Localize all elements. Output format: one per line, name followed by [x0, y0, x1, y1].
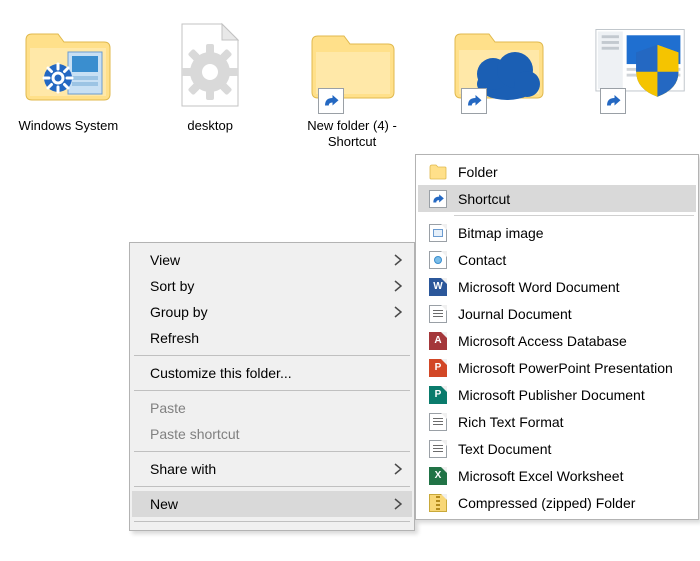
- menu-new[interactable]: New: [132, 491, 412, 517]
- chevron-right-icon: [394, 498, 402, 510]
- desktop-item-desktop[interactable]: desktop: [157, 18, 264, 151]
- desktop-item-optional-features[interactable]: [583, 18, 700, 151]
- submenu-zip[interactable]: Compressed (zipped) Folder: [418, 489, 696, 516]
- folder-icon: [428, 162, 448, 182]
- publisher-icon: P: [428, 385, 448, 405]
- desktop-item-label: New folder (4) - Shortcut: [290, 118, 415, 151]
- submenu-item-label: Microsoft Excel Worksheet: [458, 468, 623, 484]
- submenu-item-label: Shortcut: [458, 191, 510, 207]
- menu-separator: [134, 451, 410, 452]
- menu-item-label: View: [150, 252, 180, 268]
- context-menu: View Sort by Group by Refresh Customize …: [129, 242, 415, 531]
- submenu-item-label: Text Document: [458, 441, 551, 457]
- submenu-access[interactable]: A Microsoft Access Database: [418, 327, 696, 354]
- rtf-icon: [428, 412, 448, 432]
- menu-item-label: Share with: [150, 461, 216, 477]
- folder-cloud-icon: [451, 18, 547, 114]
- shortcut-arrow-icon: [461, 88, 487, 114]
- submenu-excel[interactable]: X Microsoft Excel Worksheet: [418, 462, 696, 489]
- menu-separator: [134, 390, 410, 391]
- bitmap-icon: [428, 223, 448, 243]
- word-icon: W: [428, 277, 448, 297]
- zip-icon: [428, 493, 448, 513]
- chevron-right-icon: [394, 463, 402, 475]
- submenu-folder[interactable]: Folder: [418, 158, 696, 185]
- menu-separator: [134, 486, 410, 487]
- menu-item-label: Customize this folder...: [150, 365, 292, 381]
- excel-icon: X: [428, 466, 448, 486]
- submenu-item-label: Microsoft PowerPoint Presentation: [458, 360, 673, 376]
- menu-refresh[interactable]: Refresh: [132, 325, 412, 351]
- menu-item-label: Group by: [150, 304, 208, 320]
- powerpoint-icon: P: [428, 358, 448, 378]
- menu-item-label: Paste shortcut: [150, 426, 240, 442]
- submenu-item-label: Folder: [458, 164, 498, 180]
- menu-sort-by[interactable]: Sort by: [132, 273, 412, 299]
- menu-item-label: Paste: [150, 400, 186, 416]
- submenu-item-label: Microsoft Word Document: [458, 279, 620, 295]
- menu-customize-folder[interactable]: Customize this folder...: [132, 360, 412, 386]
- submenu-item-label: Microsoft Publisher Document: [458, 387, 645, 403]
- menu-paste: Paste: [132, 395, 412, 421]
- new-submenu: Folder Shortcut Bitmap image Contact W M…: [415, 154, 699, 520]
- folder-icon: [304, 18, 400, 114]
- shield-window-icon: [594, 18, 690, 114]
- submenu-shortcut[interactable]: Shortcut: [418, 185, 696, 212]
- contact-icon: [428, 250, 448, 270]
- folder-icon: [20, 18, 116, 114]
- desktop-item-new-folder-shortcut[interactable]: New folder (4) - Shortcut: [290, 18, 415, 151]
- chevron-right-icon: [394, 306, 402, 318]
- submenu-txt[interactable]: Text Document: [418, 435, 696, 462]
- menu-share-with[interactable]: Share with: [132, 456, 412, 482]
- submenu-item-label: Compressed (zipped) Folder: [458, 495, 635, 511]
- submenu-item-label: Rich Text Format: [458, 414, 564, 430]
- submenu-rtf[interactable]: Rich Text Format: [418, 408, 696, 435]
- settings-file-icon: [162, 18, 258, 114]
- menu-paste-shortcut: Paste shortcut: [132, 421, 412, 447]
- submenu-bitmap[interactable]: Bitmap image: [418, 219, 696, 246]
- menu-view[interactable]: View: [132, 247, 412, 273]
- submenu-publisher[interactable]: P Microsoft Publisher Document: [418, 381, 696, 408]
- shortcut-arrow-icon: [600, 88, 626, 114]
- access-icon: A: [428, 331, 448, 351]
- text-icon: [428, 439, 448, 459]
- menu-group-by[interactable]: Group by: [132, 299, 412, 325]
- menu-separator: [134, 521, 410, 522]
- submenu-word[interactable]: W Microsoft Word Document: [418, 273, 696, 300]
- submenu-item-label: Journal Document: [458, 306, 572, 322]
- submenu-journal[interactable]: Journal Document: [418, 300, 696, 327]
- submenu-powerpoint[interactable]: P Microsoft PowerPoint Presentation: [418, 354, 696, 381]
- menu-separator: [134, 355, 410, 356]
- desktop-item-onedrive[interactable]: [440, 18, 557, 151]
- desktop-item-label: Windows System: [6, 118, 131, 134]
- desktop-area: Windows System: [0, 18, 700, 151]
- submenu-separator: [454, 215, 694, 216]
- menu-item-label: Refresh: [150, 330, 199, 346]
- submenu-item-label: Bitmap image: [458, 225, 544, 241]
- shortcut-arrow-icon: [318, 88, 344, 114]
- chevron-right-icon: [394, 254, 402, 266]
- menu-item-label: Sort by: [150, 278, 194, 294]
- journal-icon: [428, 304, 448, 324]
- desktop-item-label: desktop: [157, 118, 264, 134]
- submenu-item-label: Contact: [458, 252, 506, 268]
- submenu-item-label: Microsoft Access Database: [458, 333, 627, 349]
- chevron-right-icon: [394, 280, 402, 292]
- submenu-contact[interactable]: Contact: [418, 246, 696, 273]
- desktop-item-windows-system[interactable]: Windows System: [6, 18, 131, 151]
- shortcut-icon: [428, 189, 448, 209]
- menu-item-label: New: [150, 496, 178, 512]
